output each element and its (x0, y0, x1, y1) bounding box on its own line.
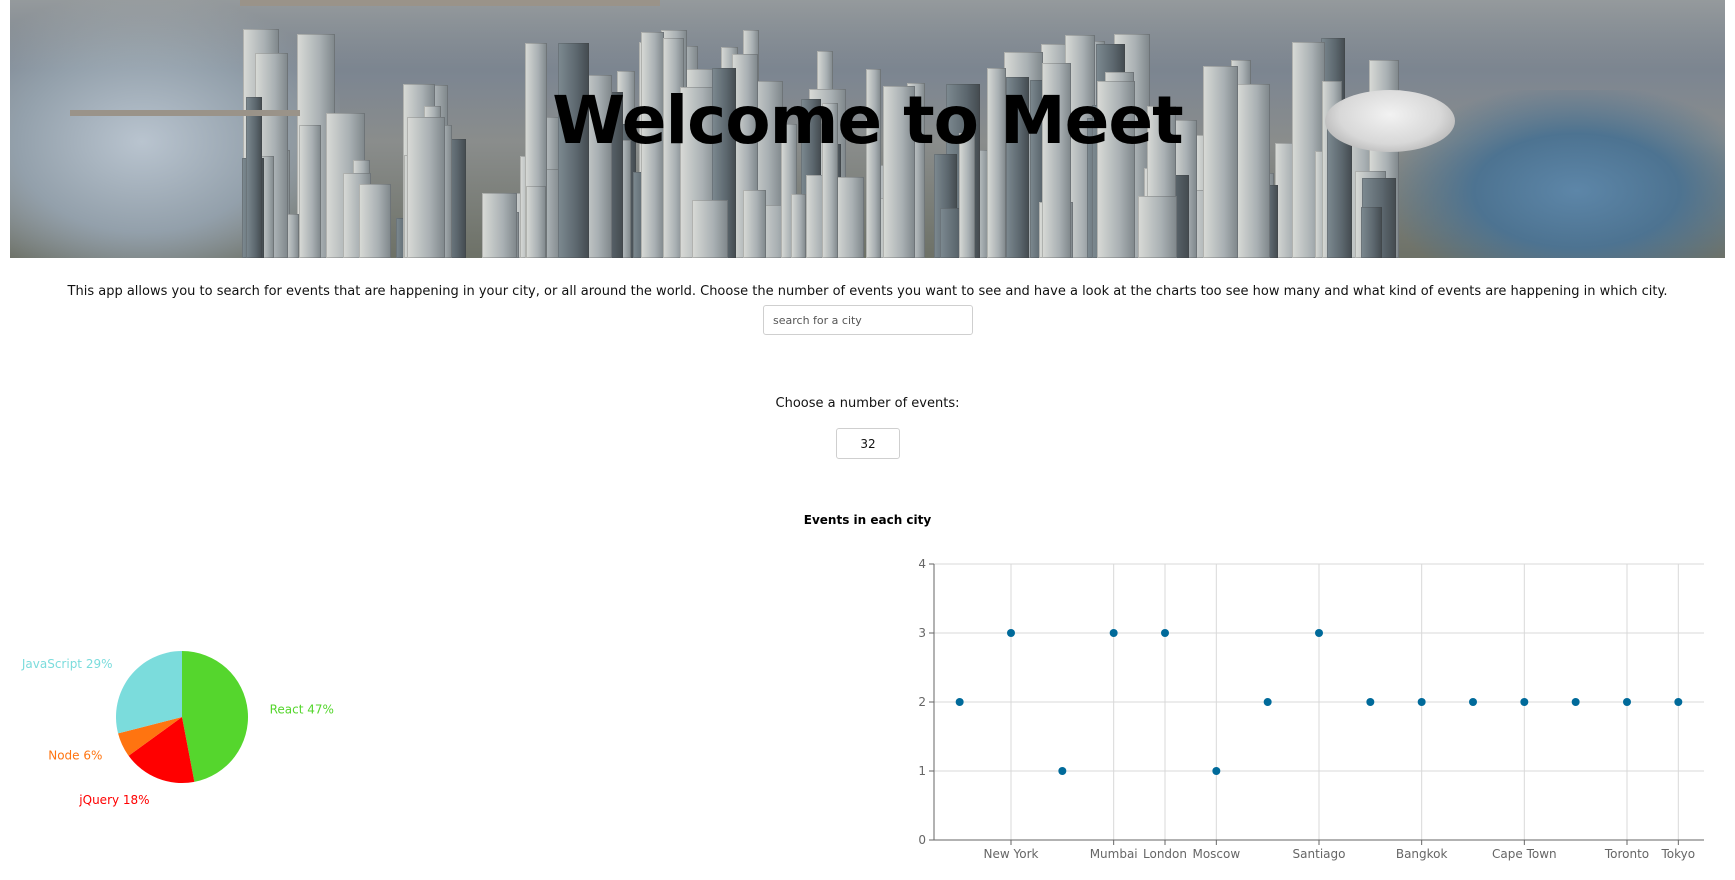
scatter-point (1007, 629, 1015, 637)
x-tick-label: Toronto (1604, 847, 1649, 861)
scatter-point (1674, 698, 1683, 706)
hero-banner: Welcome to Meet (10, 0, 1725, 258)
pie-slice-react (182, 651, 248, 782)
intro-text: This app allows you to search for events… (67, 284, 1668, 299)
scatter-point (955, 698, 964, 706)
number-of-events-label: Choose a number of events: (775, 396, 960, 411)
scatter-point (1161, 629, 1169, 637)
x-tick-label: Bangkok (1396, 847, 1448, 861)
scatter-point (1469, 698, 1477, 706)
skyline-building (834, 177, 864, 258)
scatter-grid (934, 563, 1704, 841)
pie-label-node: Node 6% (48, 749, 102, 763)
scatter-point (1417, 698, 1426, 706)
skyline-building (1361, 207, 1383, 258)
x-tick-label: Santiago (1293, 847, 1346, 861)
skyline-building (790, 194, 807, 258)
scatter-point (1212, 767, 1221, 775)
skyline-building (359, 184, 392, 258)
chart-title: Events in each city (803, 513, 932, 527)
y-tick-label: 2 (918, 695, 926, 709)
pie-label-javascript: JavaScript 29% (21, 657, 113, 671)
page-title: Welcome to Meet (552, 82, 1183, 159)
scatter-point (1315, 629, 1323, 637)
x-tick-label: London (1143, 847, 1187, 861)
x-tick-label: Mumbai (1090, 847, 1138, 861)
number-of-events-input[interactable] (836, 428, 900, 459)
events-scatter-chart: 0 1 2 3 4 New York Mumbai London Moscow Santiago B… (918, 557, 1704, 861)
x-tick-label: Cape Town (1492, 847, 1557, 861)
y-tick-label: 1 (918, 764, 926, 778)
scatter-point (1058, 767, 1067, 775)
genre-pie-chart: React 47% jQuery 18% Node 6% JavaScript 29% (21, 651, 334, 807)
scatter-point (1263, 698, 1272, 706)
skyline-building (482, 192, 517, 258)
skyline-building (1137, 196, 1178, 258)
y-tick-label: 3 (918, 626, 926, 640)
x-tick-label: New York (984, 847, 1039, 861)
y-tick-label: 4 (918, 557, 926, 571)
city-search-input[interactable] (763, 305, 973, 335)
pie-label-react: React 47% (270, 703, 334, 717)
scatter-point (1571, 698, 1580, 706)
skyline-bridge (240, 0, 660, 6)
skyline-building (691, 200, 728, 258)
pie-label-jquery: jQuery 18% (78, 793, 149, 807)
x-tick-label: Tokyo (1661, 847, 1696, 861)
y-tick-label: 0 (918, 833, 926, 847)
scatter-point (1520, 698, 1529, 706)
scatter-point (1623, 698, 1631, 706)
skyline-building (525, 186, 546, 258)
skyline-building (742, 189, 767, 258)
x-tick-label: Moscow (1192, 847, 1240, 861)
scatter-point (1366, 698, 1375, 706)
scatter-point (1109, 629, 1118, 637)
